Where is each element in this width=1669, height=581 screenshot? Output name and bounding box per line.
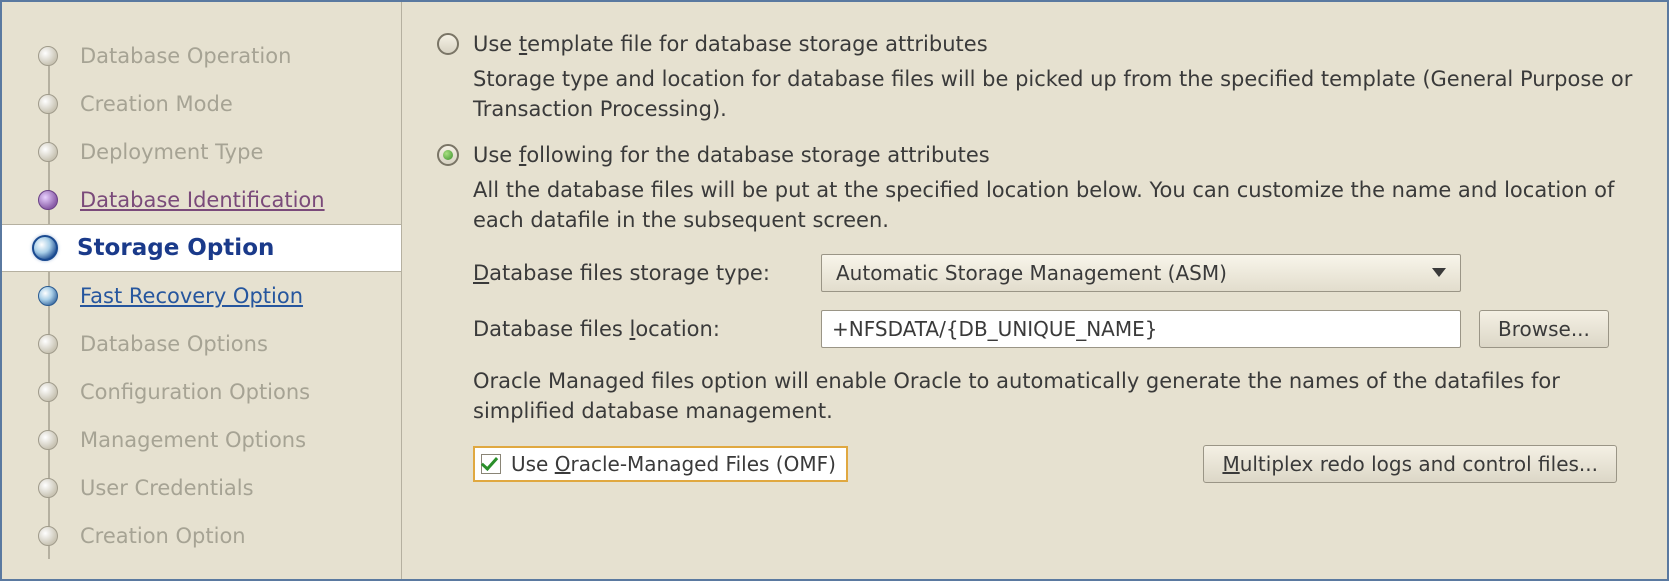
step-label: Creation Mode [80, 92, 233, 116]
step-fast-recovery-option[interactable]: Fast Recovery Option [2, 272, 401, 320]
storage-type-value: Automatic Storage Management (ASM) [836, 261, 1227, 285]
step-bullet-icon [38, 478, 58, 498]
option-use-following: Use following for the database storage a… [437, 143, 1637, 483]
radio-use-following[interactable] [437, 144, 459, 166]
step-creation-mode: Creation Mode [2, 80, 401, 128]
step-label: Configuration Options [80, 380, 310, 404]
step-database-options: Database Options [2, 320, 401, 368]
step-bullet-icon [38, 286, 58, 306]
storage-type-label: Database files storage type: [473, 261, 803, 285]
step-bullet-icon [38, 382, 58, 402]
radio-use-template-row[interactable]: Use template file for database storage a… [437, 32, 1637, 56]
step-label: Storage Option [77, 235, 274, 261]
storage-type-select[interactable]: Automatic Storage Management (ASM) [821, 254, 1461, 292]
step-bullet-icon [32, 235, 58, 261]
wizard-content: Use template file for database storage a… [402, 2, 1667, 579]
wizard-frame: Database Operation Creation Mode Deploym… [0, 0, 1669, 581]
step-label: Deployment Type [80, 140, 263, 164]
omf-description: Oracle Managed files option will enable … [473, 366, 1637, 427]
step-label: Database Options [80, 332, 268, 356]
step-deployment-type: Deployment Type [2, 128, 401, 176]
step-label: Fast Recovery Option [80, 284, 303, 308]
files-location-label: Database files location: [473, 317, 803, 341]
radio-use-following-row[interactable]: Use following for the database storage a… [437, 143, 1637, 167]
step-bullet-icon [38, 142, 58, 162]
files-location-input[interactable] [821, 310, 1461, 348]
step-bullet-icon [38, 190, 58, 210]
step-label: Database Identification [80, 188, 325, 212]
step-label: Creation Option [80, 524, 246, 548]
step-bullet-icon [38, 334, 58, 354]
browse-button[interactable]: Browse... [1479, 310, 1609, 348]
step-label: Database Operation [80, 44, 291, 68]
omf-checkbox-label: Use Oracle-Managed Files (OMF) [511, 452, 836, 476]
step-label: User Credentials [80, 476, 254, 500]
step-database-identification[interactable]: Database Identification [2, 176, 401, 224]
storage-type-row: Database files storage type: Automatic S… [473, 254, 1637, 292]
omf-checkbox-row[interactable]: Use Oracle-Managed Files (OMF) [473, 446, 848, 482]
wizard-sidebar: Database Operation Creation Mode Deploym… [2, 2, 402, 579]
files-location-row: Database files location: Browse... [473, 310, 1637, 348]
chevron-down-icon [1432, 268, 1446, 277]
omf-checkbox[interactable] [481, 454, 501, 474]
step-bullet-icon [38, 46, 58, 66]
step-user-credentials: User Credentials [2, 464, 401, 512]
step-database-operation: Database Operation [2, 32, 401, 80]
step-label: Management Options [80, 428, 306, 452]
option-use-following-description: All the database files will be put at th… [473, 175, 1637, 236]
radio-use-following-label: Use following for the database storage a… [473, 143, 990, 167]
option-use-template-description: Storage type and location for database f… [473, 64, 1637, 125]
multiplex-button[interactable]: Multiplex redo logs and control files... [1203, 445, 1617, 483]
radio-use-template-label: Use template file for database storage a… [473, 32, 988, 56]
step-storage-option[interactable]: Storage Option [2, 224, 401, 272]
omf-row: Use Oracle-Managed Files (OMF) Multiplex… [473, 445, 1637, 483]
step-creation-option: Creation Option [2, 512, 401, 560]
step-bullet-icon [38, 430, 58, 450]
step-management-options: Management Options [2, 416, 401, 464]
option-use-template: Use template file for database storage a… [437, 32, 1637, 125]
step-bullet-icon [38, 94, 58, 114]
radio-use-template[interactable] [437, 33, 459, 55]
step-configuration-options: Configuration Options [2, 368, 401, 416]
step-bullet-icon [38, 526, 58, 546]
